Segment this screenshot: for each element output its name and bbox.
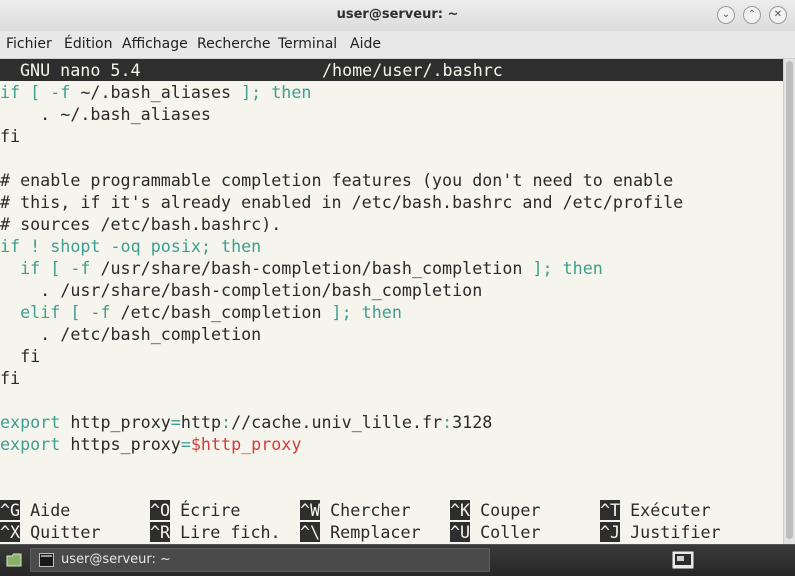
menu-terminal[interactable]: Terminal [278, 36, 337, 52]
title-bar: user@serveur: ~ ⌄ ⌃ ✕ [0, 0, 795, 31]
shortcut-key: ^U [450, 522, 471, 542]
code-token: https_proxy [60, 434, 181, 454]
shortcut-ecrire[interactable]: ^O Écrire [150, 499, 240, 521]
menu-bar: Fichier Édition Affichage Recherche Term… [0, 31, 795, 59]
code-line: fi [0, 346, 41, 366]
code-token: ~/.bash_aliases [70, 82, 242, 102]
shortcut-couper[interactable]: ^K Couper [450, 499, 540, 521]
code-token: 3128 [452, 412, 493, 432]
nano-header: GNU nano 5.4 /home/user/.bashrc [0, 59, 783, 81]
shortcut-key: ^O [150, 500, 171, 520]
code-line: . /etc/bash_completion [0, 324, 262, 344]
code-token: -f [70, 258, 91, 278]
menu-edition[interactable]: Édition [64, 36, 112, 52]
taskbar-window-button[interactable]: user@serveur: ~ [30, 548, 490, 572]
close-icon: ✕ [773, 9, 783, 20]
code-comment: # this, if it's already enabled in /etc/… [0, 192, 684, 212]
code-token: ]; then [331, 302, 402, 322]
shortcut-key: ^X [0, 522, 21, 542]
terminal-area[interactable]: GNU nano 5.4 /home/user/.bashrc if [ -f … [0, 59, 783, 544]
scrollbar-thumb[interactable] [786, 61, 793, 539]
shortcut-key: ^R [150, 522, 171, 542]
window-title: user@serveur: ~ [336, 7, 459, 22]
code-token: /etc/bash_completion [110, 302, 332, 322]
code-line: fi [0, 126, 21, 146]
nano-version: GNU nano 5.4 [20, 60, 141, 80]
terminal-icon [39, 553, 54, 567]
maximize-icon: ⌃ [747, 9, 757, 20]
shortcut-label: Couper [470, 500, 541, 520]
code-comment: # enable programmable completion feature… [0, 170, 674, 190]
code-line: . /usr/share/bash-completion/bash_comple… [0, 280, 483, 300]
shortcut-label: Chercher [320, 500, 411, 520]
code-token: ]; then [532, 258, 603, 278]
shortcut-aide[interactable]: ^G Aide [0, 499, 70, 521]
code-token: -f [90, 302, 111, 322]
minimize-icon: ⌄ [721, 9, 731, 20]
code-line: fi [0, 368, 21, 388]
shortcut-executer[interactable]: ^T Exécuter [600, 499, 711, 521]
code-token: http_proxy [60, 412, 171, 432]
shortcut-key: ^\ [300, 522, 321, 542]
code-token: if ! shopt -oq posix [0, 236, 201, 256]
maximize-button[interactable]: ⌃ [743, 6, 761, 24]
shortcut-key: ^K [450, 500, 471, 520]
code-comment: # sources /etc/bash.bashrc). [0, 214, 282, 234]
code-token: : [221, 412, 232, 432]
shortcut-label: Justifier [620, 522, 721, 542]
code-token: if [ [0, 82, 51, 102]
shortcut-key: ^T [600, 500, 621, 520]
terminal-scrollbar[interactable] [783, 59, 795, 544]
minimize-button[interactable]: ⌄ [717, 6, 735, 24]
taskbar-window-label: user@serveur: ~ [61, 552, 171, 567]
menu-aide[interactable]: Aide [350, 36, 381, 52]
code-line: . ~/.bash_aliases [0, 104, 211, 124]
code-token: export [0, 412, 61, 432]
code-token: : [442, 412, 453, 432]
folder-icon[interactable] [6, 553, 22, 567]
code-token: elif [ [0, 302, 91, 322]
code-line: export https_proxy=$http_proxy [0, 433, 301, 455]
shortcut-coller[interactable]: ^U Coller [450, 521, 540, 543]
code-line: export http_proxy=http://cache.univ_lill… [0, 411, 492, 433]
shortcut-key: ^W [300, 500, 321, 520]
code-token: = [180, 434, 191, 454]
show-desktop-icon[interactable] [672, 551, 694, 569]
code-token: //cache.univ_lille.fr [231, 412, 443, 432]
shortcut-lire-fichier[interactable]: ^R Lire fich. [150, 521, 281, 543]
shortcut-justifier[interactable]: ^J Justifier [600, 521, 721, 543]
nano-filename: /home/user/.bashrc [322, 60, 503, 80]
shortcut-key: ^G [0, 500, 21, 520]
shortcut-quitter[interactable]: ^X Quitter [0, 521, 100, 543]
shortcut-label: Coller [470, 522, 541, 542]
shortcut-label: Exécuter [620, 500, 711, 520]
code-token: -f [50, 82, 71, 102]
code-line: if [ -f ~/.bash_aliases ]; then [0, 81, 311, 103]
menu-fichier[interactable]: Fichier [6, 36, 52, 52]
code-line: if [ -f /usr/share/bash-completion/bash_… [0, 257, 603, 279]
shortcut-label: Écrire [170, 500, 241, 520]
code-token: export [0, 434, 61, 454]
code-token: http [180, 412, 222, 432]
code-token: /usr/share/bash-completion/bash_completi… [90, 258, 533, 278]
code-line: elif [ -f /etc/bash_completion ]; then [0, 301, 402, 323]
code-token: if [ [0, 258, 71, 278]
shortcut-label: Aide [20, 500, 71, 520]
menu-affichage[interactable]: Affichage [122, 36, 188, 52]
code-token: = [170, 412, 181, 432]
shortcut-label: Remplacer [320, 522, 421, 542]
shortcut-label: Lire fich. [170, 522, 281, 542]
code-token: $http_proxy [190, 434, 302, 454]
shortcut-label: Quitter [20, 522, 101, 542]
code-token: ; then [200, 236, 262, 256]
shortcut-key: ^J [600, 522, 621, 542]
shortcut-remplacer[interactable]: ^\ Remplacer [300, 521, 421, 543]
close-button[interactable]: ✕ [769, 6, 787, 24]
taskbar: user@serveur: ~ [0, 544, 795, 576]
code-line: if ! shopt -oq posix; then [0, 235, 261, 257]
shortcut-chercher[interactable]: ^W Chercher [300, 499, 411, 521]
code-token: ]; then [241, 82, 312, 102]
menu-recherche[interactable]: Recherche [197, 36, 271, 52]
